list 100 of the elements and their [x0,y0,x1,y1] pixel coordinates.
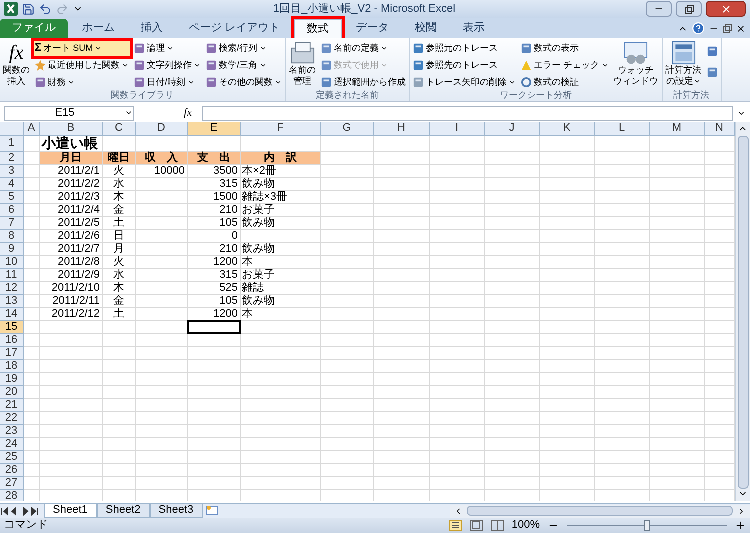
row-header[interactable]: 19 [0,373,24,386]
row-header[interactable]: 2 [0,152,24,165]
ribbon-tab[interactable]: 数式 [294,19,342,38]
table-cell [485,295,540,308]
ribbon-tab[interactable]: データ [344,19,402,38]
row-header[interactable]: 12 [0,282,24,295]
close-button[interactable] [706,1,746,17]
ribbon-tab[interactable]: 校閲 [403,19,450,38]
zoom-slider-thumb[interactable] [644,520,650,531]
ribbon-button[interactable]: 選択範囲から作成 [320,75,407,90]
page-layout-icon[interactable] [470,520,483,531]
column-header[interactable]: H [374,122,430,136]
zoom-in-icon[interactable] [735,520,746,531]
column-header[interactable]: A [24,122,40,136]
sheet-tab[interactable]: Sheet1 [44,504,97,518]
ribbon-tab[interactable]: 挿入 [129,19,175,38]
normal-view-icon[interactable] [448,520,462,531]
row-header[interactable]: 27 [0,477,24,490]
scroll-thumb[interactable] [467,506,733,516]
horizontal-scrollbar[interactable] [450,504,750,518]
row-header[interactable]: 17 [0,347,24,360]
table-cell: 水 [103,178,136,191]
ribbon-tab[interactable]: ホーム [70,19,127,38]
row-header[interactable]: 15 [0,321,24,334]
row-header[interactable]: 5 [0,191,24,204]
ribbon-button[interactable]: 数式の検証 [520,75,610,90]
row-header[interactable]: 3 [0,165,24,178]
row-header[interactable]: 10 [0,256,24,269]
ribbon-button[interactable]: 検索/行列 [205,41,283,56]
row-header[interactable]: 7 [0,217,24,230]
help-icon[interactable] [692,22,705,35]
row-header[interactable]: 13 [0,295,24,308]
column-header[interactable]: F [241,122,321,136]
scroll-left-icon[interactable] [454,506,463,516]
save-icon[interactable] [22,2,35,16]
ribbon-button[interactable]: 最近使用した関数 [34,58,130,73]
column-header[interactable]: M [650,122,705,136]
row-header[interactable]: 18 [0,360,24,373]
close-icon[interactable] [736,24,746,34]
ribbon-button[interactable]: その他の関数 [205,75,283,90]
row-header[interactable]: 24 [0,438,24,451]
column-header[interactable]: B [40,122,103,136]
ribbon-button[interactable]: 参照先のトレース [412,58,517,73]
undo-icon[interactable] [39,2,52,16]
ribbon-button[interactable]: Σ オート SUM [34,41,130,56]
ribbon-tab[interactable]: 表示 [451,19,498,38]
ribbon-button[interactable]: 日付/時刻 [133,75,202,90]
ribbon-button[interactable]: 名前の定義 [320,41,407,56]
row-header[interactable]: 20 [0,386,24,399]
zoom-slider[interactable] [567,520,727,531]
ribbon-large-button[interactable]: 計算方法 の設定 [664,41,703,90]
row-header[interactable]: 16 [0,334,24,347]
column-header[interactable]: L [595,122,650,136]
ribbon-button[interactable]: 文字列操作 [133,58,202,73]
row-header[interactable]: 11 [0,269,24,282]
insert-function-button[interactable]: fx [178,104,198,122]
row-header[interactable]: 28 [0,490,24,501]
column-header[interactable]: G [321,122,374,136]
column-header[interactable]: E [188,122,241,136]
ribbon-button[interactable]: トレース矢印の削除 [412,75,517,90]
formula-input[interactable] [202,106,733,120]
zoom-level[interactable]: 100% [512,517,540,533]
page-break-icon[interactable] [490,520,504,531]
row-header[interactable]: 25 [0,451,24,464]
row-header[interactable]: 1 [0,136,24,152]
row-header[interactable]: 23 [0,425,24,438]
restore-button[interactable] [676,1,702,17]
ribbon-button[interactable]: 数学/三角 [205,58,283,73]
name-box[interactable]: E15 [4,106,134,120]
column-header[interactable]: C [103,122,136,136]
column-header[interactable]: J [485,122,540,136]
ribbon-tab[interactable]: ページ レイアウト [177,19,292,38]
ribbon-large-button[interactable]: fx 関数の 挿入 [2,41,31,90]
vertical-scrollbar[interactable] [735,122,750,501]
ribbon-large-button[interactable]: ウォッチ ウィンドウ [612,41,660,90]
row-header[interactable]: 8 [0,230,24,243]
scroll-thumb[interactable] [738,136,748,490]
column-header[interactable]: K [540,122,595,136]
ribbon-button[interactable]: 数式の表示 [520,41,610,56]
file-tab[interactable]: ファイル [0,19,68,38]
row-header[interactable]: 26 [0,464,24,477]
scroll-right-icon[interactable] [737,506,746,516]
ribbon-button[interactable]: 論理 [133,41,202,56]
row-header[interactable]: 21 [0,399,24,412]
row-header[interactable]: 9 [0,243,24,256]
ribbon-button[interactable]: 参照元のトレース [412,41,517,56]
row-header[interactable]: 6 [0,204,24,217]
ribbon-button[interactable]: 財務 [34,75,130,90]
row-header[interactable]: 14 [0,308,24,321]
sheet-tab[interactable]: Sheet3 [150,504,203,518]
row-header[interactable]: 4 [0,178,24,191]
table-cell [430,217,485,230]
table-cell [374,438,430,451]
ribbon-large-button[interactable]: 名前の 管理 [288,41,317,90]
column-header[interactable]: I [430,122,485,136]
table-cell [321,360,374,373]
sheet-tab[interactable]: Sheet2 [96,504,150,518]
restore-icon[interactable] [723,24,732,33]
row-header[interactable]: 22 [0,412,24,425]
ribbon-button[interactable]: エラー チェック [520,58,610,73]
